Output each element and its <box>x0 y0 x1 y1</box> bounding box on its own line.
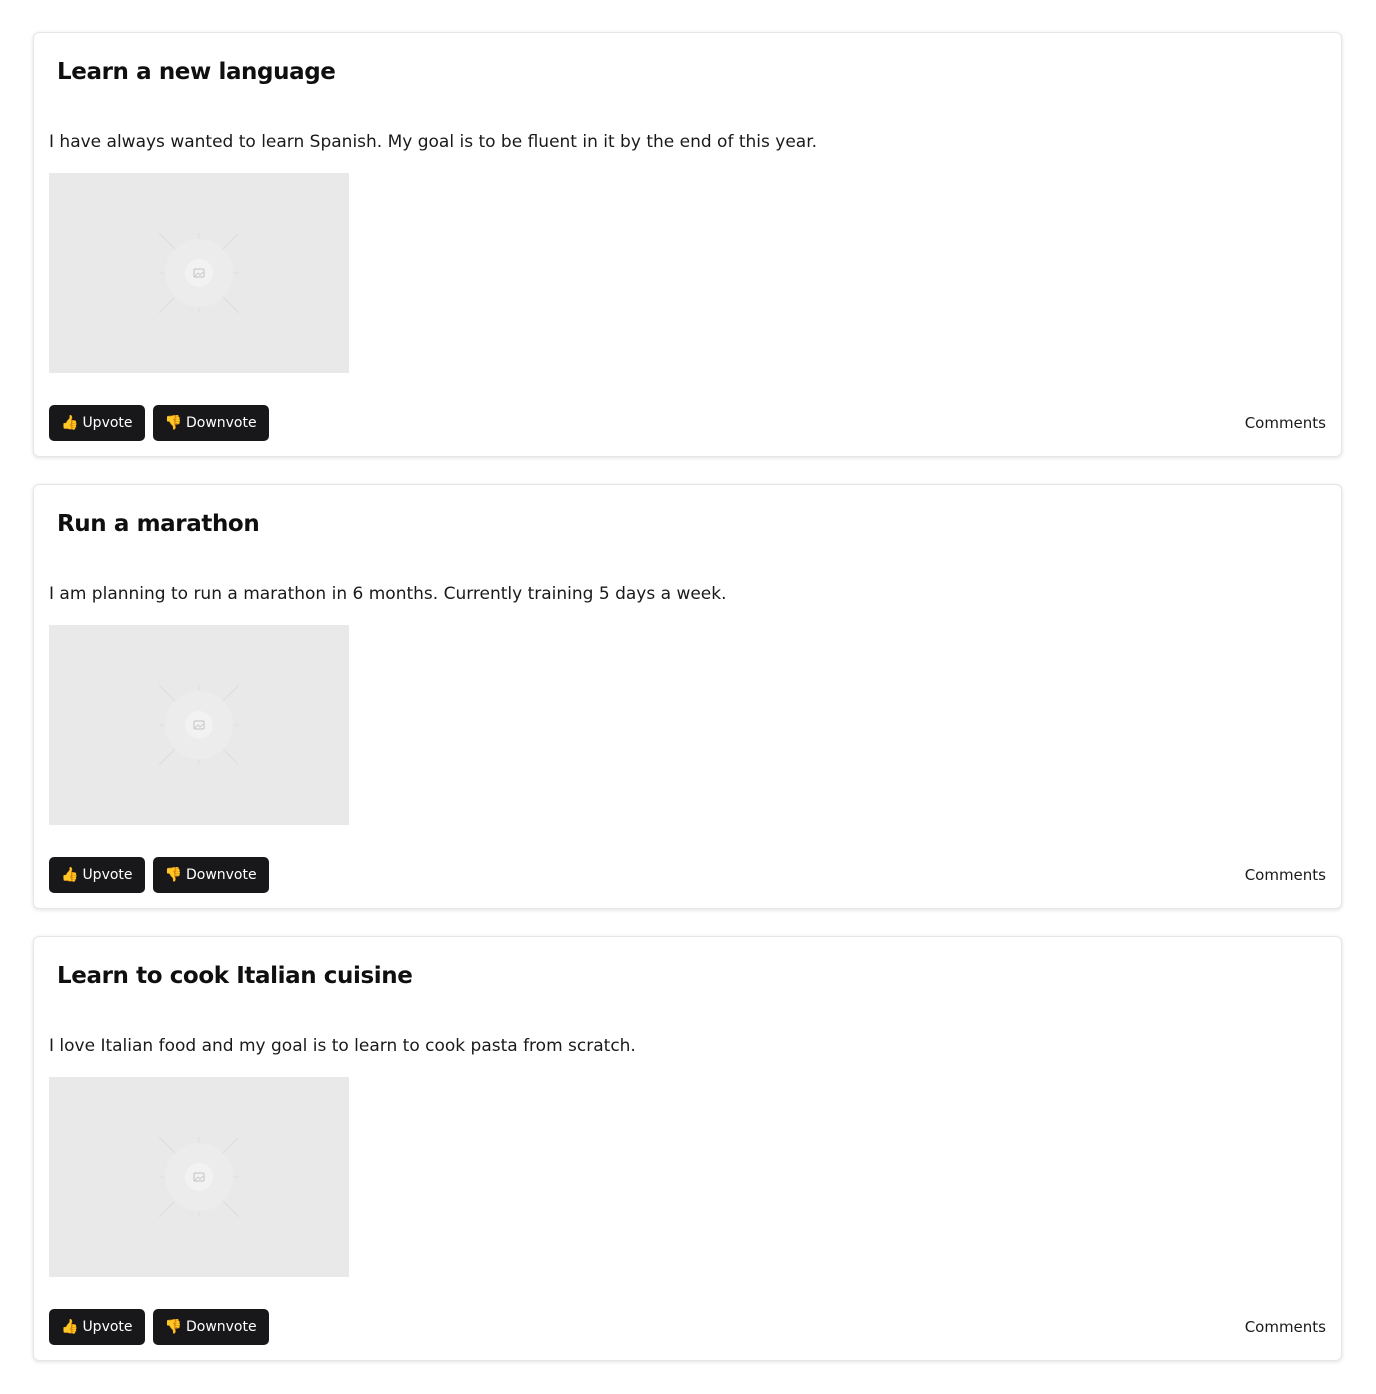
vote-actions: 👍 Upvote 👎 Downvote <box>49 857 269 893</box>
downvote-label: Downvote <box>185 1319 257 1335</box>
upvote-label: Upvote <box>82 867 133 883</box>
post-card: Run a marathon I am planning to run a ma… <box>33 484 1342 909</box>
upvote-label: Upvote <box>82 415 133 431</box>
thumbs-down-icon: 👎 <box>164 867 182 883</box>
thumbs-up-icon: 👍 <box>61 867 79 883</box>
upvote-button[interactable]: 👍 Upvote <box>49 857 145 893</box>
post-card: Learn a new language I have always wante… <box>33 32 1342 457</box>
image-placeholder <box>49 173 349 373</box>
downvote-label: Downvote <box>185 867 257 883</box>
downvote-button[interactable]: 👎 Downvote <box>152 857 269 893</box>
upvote-label: Upvote <box>82 1319 133 1335</box>
image-placeholder <box>49 1077 349 1277</box>
post-card: Learn to cook Italian cuisine I love Ita… <box>33 936 1342 1361</box>
image-placeholder-icon <box>158 684 240 766</box>
upvote-button[interactable]: 👍 Upvote <box>49 405 145 441</box>
thumbs-up-icon: 👍 <box>61 415 79 431</box>
thumbs-down-icon: 👎 <box>164 1319 182 1335</box>
post-body: I am planning to run a marathon in 6 mon… <box>49 584 727 604</box>
downvote-button[interactable]: 👎 Downvote <box>152 405 269 441</box>
vote-actions: 👍 Upvote 👎 Downvote <box>49 405 269 441</box>
post-body: I have always wanted to learn Spanish. M… <box>49 132 818 152</box>
comments-link[interactable]: Comments <box>1245 866 1326 884</box>
goal-feed: Learn a new language I have always wante… <box>0 0 1376 1394</box>
comments-link[interactable]: Comments <box>1245 1318 1326 1336</box>
vote-actions: 👍 Upvote 👎 Downvote <box>49 1309 269 1345</box>
downvote-label: Downvote <box>185 415 257 431</box>
upvote-button[interactable]: 👍 Upvote <box>49 1309 145 1345</box>
image-placeholder <box>49 625 349 825</box>
post-body: I love Italian food and my goal is to le… <box>49 1036 636 1056</box>
comments-link[interactable]: Comments <box>1245 414 1326 432</box>
thumbs-up-icon: 👍 <box>61 1319 79 1335</box>
post-title: Learn a new language <box>57 59 336 85</box>
downvote-button[interactable]: 👎 Downvote <box>152 1309 269 1345</box>
post-title: Learn to cook Italian cuisine <box>57 963 413 989</box>
image-placeholder-icon <box>158 1136 240 1218</box>
thumbs-down-icon: 👎 <box>164 415 182 431</box>
image-placeholder-icon <box>158 232 240 314</box>
post-title: Run a marathon <box>57 511 260 537</box>
